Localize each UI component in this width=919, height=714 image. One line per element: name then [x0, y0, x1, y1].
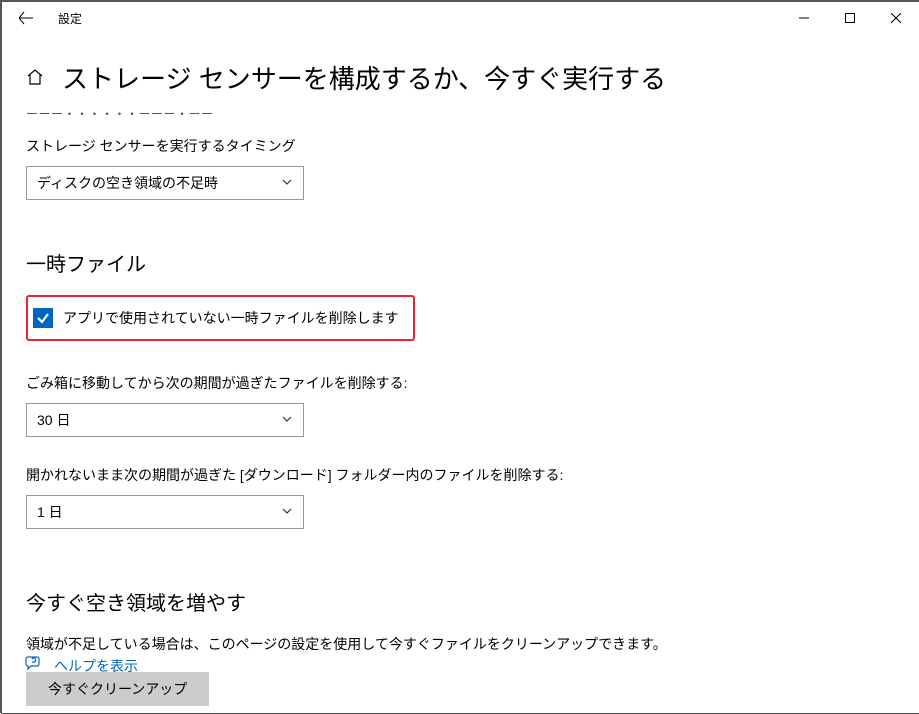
window-title: 設定	[58, 10, 82, 27]
recycle-bin-label: ごみ箱に移動してから次の期間が過ぎたファイルを削除する:	[26, 373, 895, 393]
highlight-annotation: アプリで使用されていない一時ファイルを削除します	[26, 295, 415, 341]
timing-dropdown[interactable]: ディスクの空き領域の不足時	[26, 166, 304, 200]
maximize-button[interactable]	[827, 2, 873, 34]
help-link[interactable]: ヘルプを表示	[54, 656, 138, 676]
close-button[interactable]	[873, 2, 919, 34]
free-now-heading: 今すぐ空き領域を増やす	[26, 587, 895, 616]
page-title: ストレージ センサーを構成するか、今すぐ実行する	[62, 64, 666, 95]
timing-label: ストレージ センサーを実行するタイミング	[26, 136, 895, 156]
recycle-bin-dropdown-value: 30 日	[37, 410, 70, 430]
help-chat-icon	[24, 654, 42, 677]
help-row: ヘルプを表示	[24, 654, 138, 677]
minimize-button[interactable]	[781, 2, 827, 34]
chevron-down-icon	[281, 175, 293, 191]
downloads-label: 開かれないまま次の期間が過ぎた [ダウンロード] フォルダー内のファイルを削除す…	[26, 465, 895, 485]
content-area: ストレージ センサーを構成するか、今すぐ実行する ーーー・・・・・・ーーー・ーー…	[2, 34, 919, 706]
downloads-dropdown[interactable]: 1 日	[26, 495, 304, 529]
recycle-bin-dropdown[interactable]: 30 日	[26, 403, 304, 437]
downloads-dropdown-value: 1 日	[37, 502, 63, 522]
temp-files-heading: 一時ファイル	[26, 248, 895, 277]
delete-unused-temp-checkbox[interactable]	[33, 308, 53, 328]
back-button[interactable]	[10, 2, 42, 34]
delete-unused-temp-label: アプリで使用されていない一時ファイルを削除します	[63, 308, 399, 328]
obscured-text: ーーー・・・・・・ーーー・ーー	[26, 105, 895, 122]
titlebar: 設定	[2, 2, 919, 34]
chevron-down-icon	[281, 412, 293, 428]
home-icon[interactable]	[26, 68, 44, 91]
free-now-description: 領域が不足している場合は、このページの設定を使用して今すぐファイルをクリーンアッ…	[26, 634, 895, 654]
timing-dropdown-value: ディスクの空き領域の不足時	[37, 173, 218, 193]
chevron-down-icon	[281, 504, 293, 520]
clean-now-button[interactable]: 今すぐクリーンアップ	[26, 672, 209, 706]
